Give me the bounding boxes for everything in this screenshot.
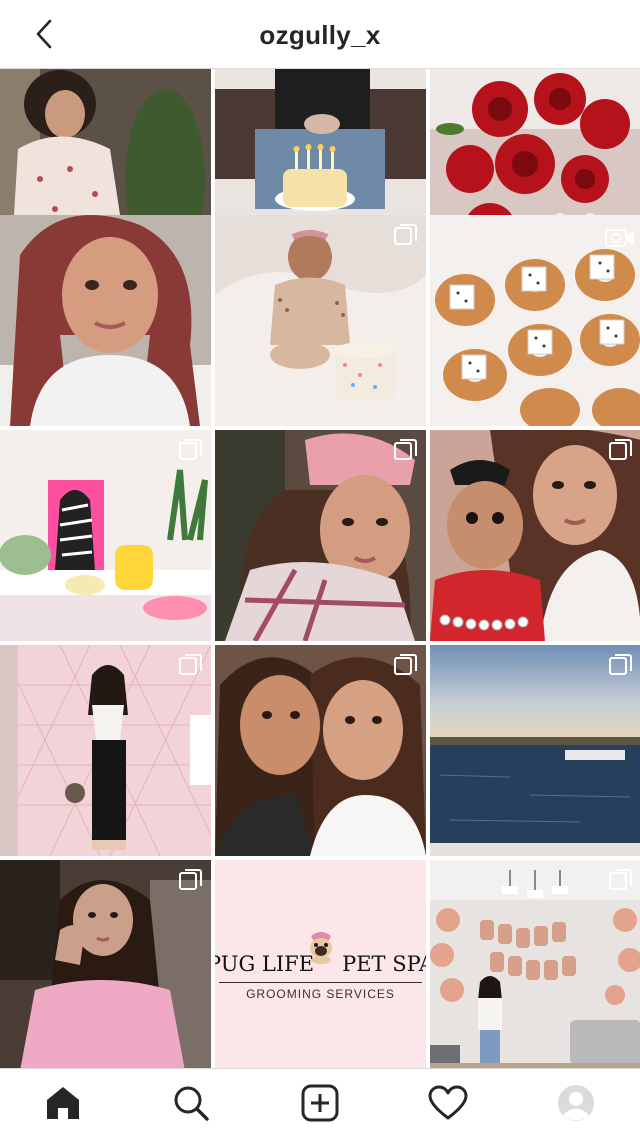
spa-logo-right-text: PET SPA bbox=[342, 952, 426, 976]
profile-username: ozgully_x bbox=[259, 20, 381, 50]
grid-post[interactable] bbox=[215, 215, 426, 426]
grid-post[interactable] bbox=[215, 430, 426, 641]
nav-new-post-button[interactable] bbox=[300, 1083, 340, 1123]
spa-logo-card: PUG LIFE PET SPA GROOMING SERVICES bbox=[215, 860, 426, 1068]
search-icon bbox=[174, 1086, 209, 1121]
grid-post[interactable] bbox=[0, 860, 211, 1068]
multiple-posts-icon bbox=[179, 654, 202, 675]
profile-header: ozgully_x bbox=[0, 0, 640, 69]
multiple-posts-icon bbox=[179, 869, 202, 890]
spa-logo-left-text: PUG LIFE bbox=[215, 952, 315, 976]
heart-icon bbox=[428, 1085, 468, 1120]
grid-post[interactable] bbox=[0, 215, 211, 426]
grid-post[interactable] bbox=[430, 860, 640, 1068]
grid-post[interactable] bbox=[430, 645, 640, 856]
spa-logo-title: PUG LIFE PET SPA bbox=[215, 952, 426, 976]
nav-home-button[interactable] bbox=[43, 1083, 83, 1123]
multiple-posts-icon bbox=[609, 869, 632, 890]
bottom-nav-bar bbox=[0, 1068, 640, 1138]
profile-avatar-icon bbox=[558, 1085, 594, 1121]
photo-grid: PUG LIFE PET SPA GROOMING SERVICES bbox=[0, 69, 640, 1068]
spa-logo-subtitle: GROOMING SERVICES bbox=[246, 987, 395, 1001]
multiple-posts-icon bbox=[394, 439, 417, 460]
grid-post[interactable] bbox=[430, 430, 640, 641]
video-camera-icon bbox=[605, 229, 634, 247]
grid-post[interactable] bbox=[215, 645, 426, 856]
nav-profile-button[interactable] bbox=[556, 1083, 596, 1123]
nav-search-button[interactable] bbox=[171, 1083, 211, 1123]
add-post-icon bbox=[301, 1084, 339, 1122]
multiple-posts-icon bbox=[394, 654, 417, 675]
grid-post[interactable] bbox=[430, 215, 640, 426]
multiple-posts-icon bbox=[394, 224, 417, 245]
multiple-posts-icon bbox=[179, 439, 202, 460]
nav-activity-button[interactable] bbox=[428, 1083, 468, 1123]
grid-post[interactable] bbox=[0, 645, 211, 856]
home-icon bbox=[47, 1087, 79, 1119]
spa-logo-divider bbox=[219, 982, 422, 983]
grid-post[interactable]: PUG LIFE PET SPA GROOMING SERVICES bbox=[215, 860, 426, 1068]
grid-post[interactable] bbox=[0, 430, 211, 641]
post-image bbox=[0, 215, 211, 426]
multiple-posts-icon bbox=[609, 439, 632, 460]
multiple-posts-icon bbox=[609, 654, 632, 675]
